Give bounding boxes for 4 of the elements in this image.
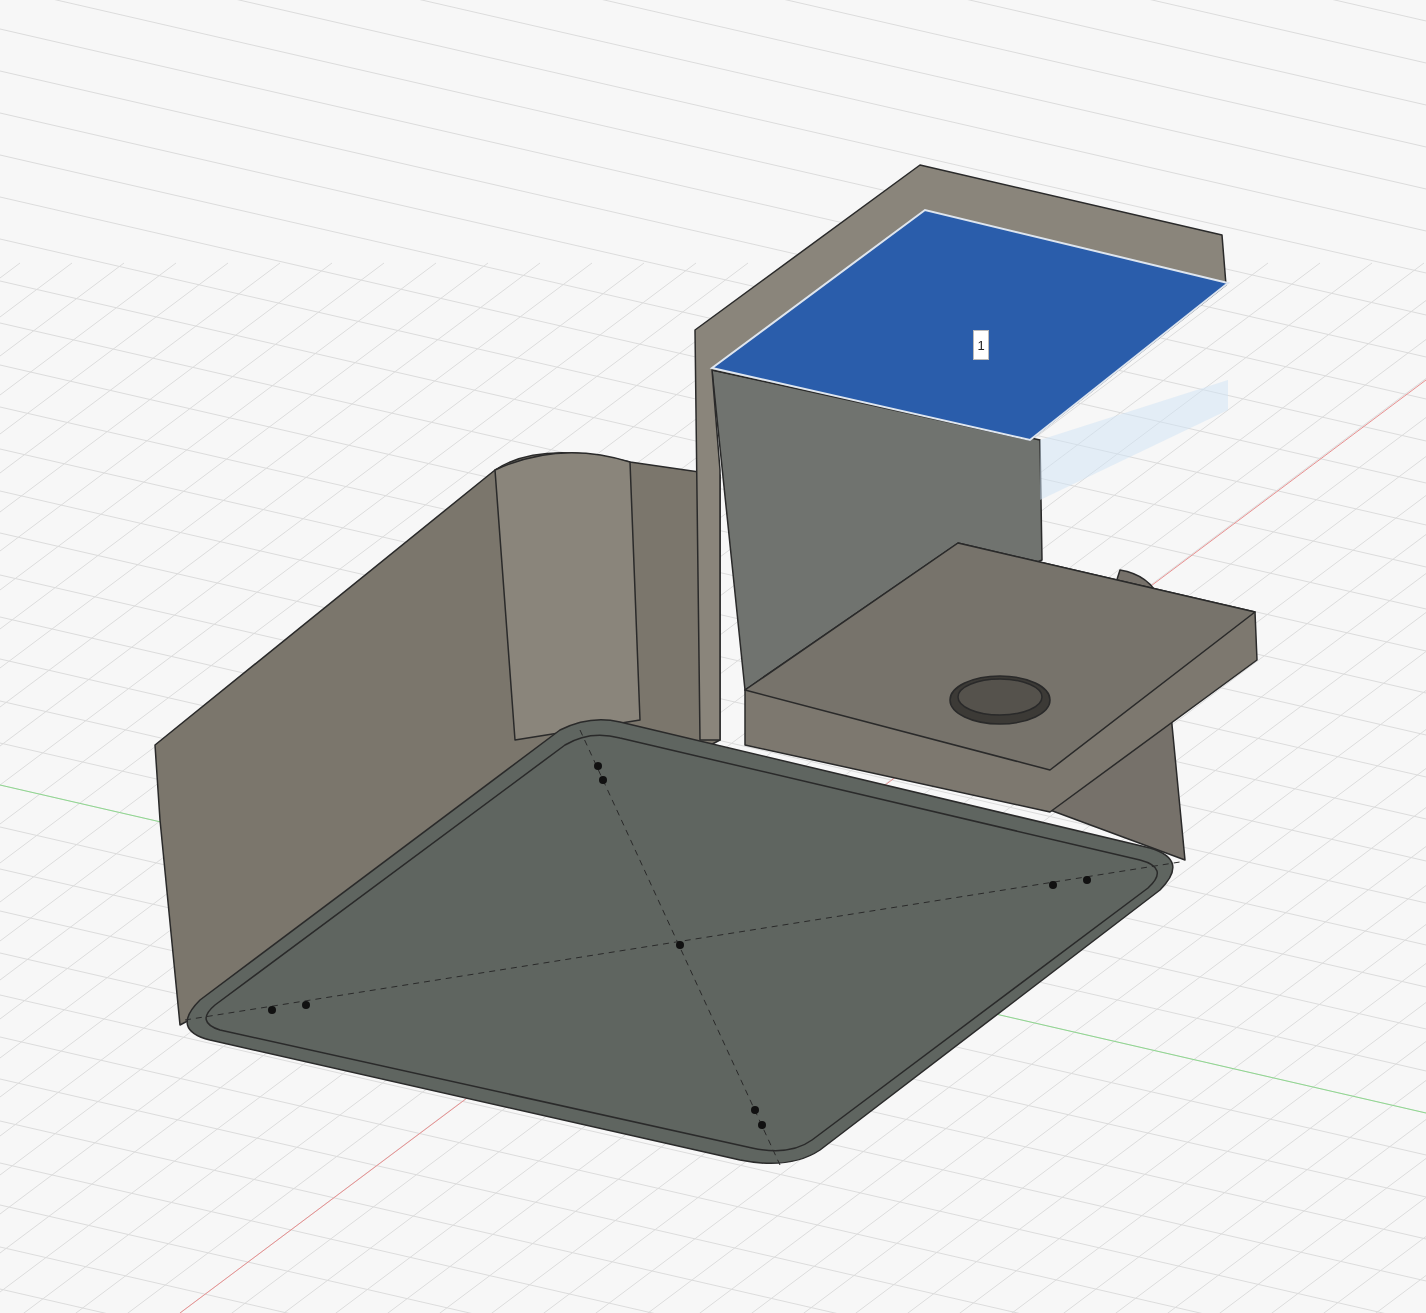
face-number-label: 1 bbox=[973, 330, 989, 360]
selected-face[interactable] bbox=[709, 208, 1231, 442]
bracket-model-drawing[interactable] bbox=[154, 164, 1258, 1166]
cad-viewport[interactable]: 1 bbox=[0, 0, 1426, 1313]
